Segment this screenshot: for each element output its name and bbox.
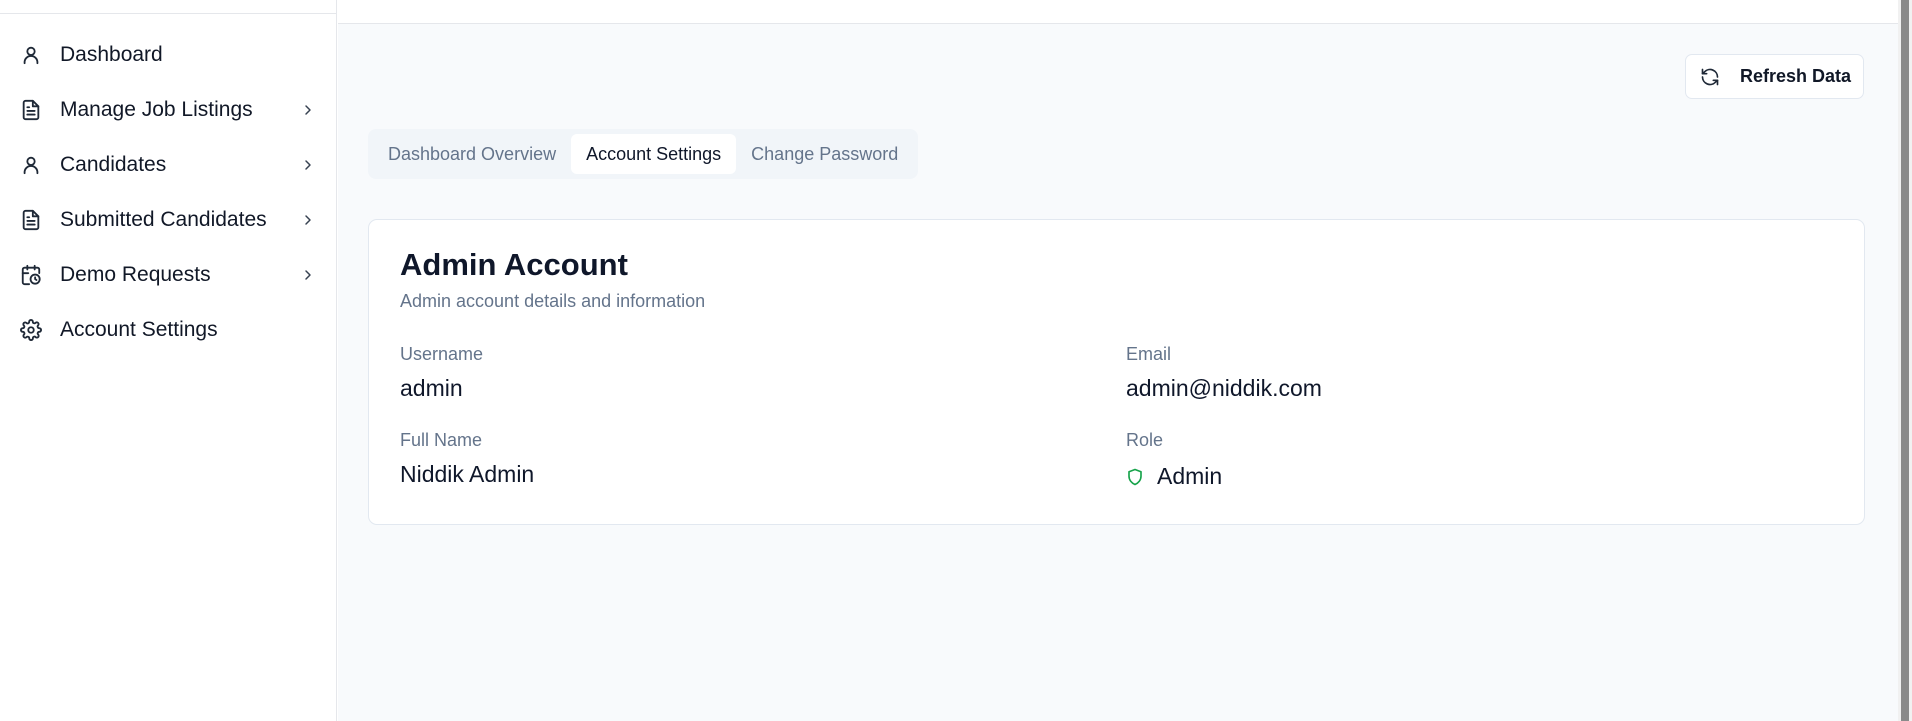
sidebar-item-candidates[interactable]: Candidates [0,137,337,192]
file-text-icon [18,97,44,123]
sidebar-item-label: Submitted Candidates [60,207,267,231]
scrollbar-thumb[interactable] [1901,0,1909,721]
chevron-right-icon [297,209,319,231]
chevron-right-icon [297,154,319,176]
sidebar-divider [0,13,337,14]
email-label: Email [1126,344,1172,364]
sidebar-item-dashboard[interactable]: Dashboard [0,27,337,82]
username-label: Username [400,344,484,364]
gear-icon [18,317,44,343]
main-content: Refresh Data Dashboard Overview Account … [338,0,1898,721]
sidebar-item-label: Manage Job Listings [60,97,253,121]
tab-list: Dashboard Overview Account Settings Chan… [368,129,919,179]
shield-icon [1126,466,1146,488]
chevron-right-icon [297,264,319,286]
sidebar-item-demo-requests[interactable]: Demo Requests [0,247,337,302]
admin-account-card: Admin Account Admin account details and … [368,219,1865,525]
sidebar-item-manage-job-listings[interactable]: Manage Job Listings [0,82,337,137]
card-subtitle: Admin account details and information [400,291,706,311]
file-text-icon [18,207,44,233]
refresh-icon [1700,66,1722,88]
user-icon [18,152,44,178]
sidebar-item-submitted-candidates[interactable]: Submitted Candidates [0,192,337,247]
tab-change-password[interactable]: Change Password [736,134,913,174]
sidebar: Dashboard Manage Job Listings Candidates [0,0,337,721]
tab-account-settings[interactable]: Account Settings [571,134,737,174]
user-icon [18,42,44,68]
top-header [338,0,1898,24]
full-name-value: Niddik Admin [400,461,535,487]
refresh-button-label: Refresh Data [1740,66,1852,86]
role-label: Role [1126,430,1164,450]
vertical-scrollbar[interactable] [1898,0,1912,721]
username-value: admin [400,375,463,401]
role-value: Admin [1157,463,1223,489]
tab-dashboard-overview[interactable]: Dashboard Overview [373,134,571,174]
full-name-label: Full Name [400,430,483,450]
chevron-right-icon [297,99,319,121]
calendar-clock-icon [18,262,44,288]
sidebar-item-account-settings[interactable]: Account Settings [0,302,337,357]
sidebar-item-label: Demo Requests [60,262,211,286]
card-title: Admin Account [400,247,628,282]
refresh-data-button[interactable]: Refresh Data [1685,54,1864,99]
email-value: admin@niddik.com [1126,375,1322,401]
sidebar-item-label: Candidates [60,152,167,176]
sidebar-nav: Dashboard Manage Job Listings Candidates [0,27,337,357]
sidebar-item-label: Dashboard [60,42,163,66]
role-display: Admin [1126,463,1222,490]
sidebar-item-label: Account Settings [60,317,218,341]
